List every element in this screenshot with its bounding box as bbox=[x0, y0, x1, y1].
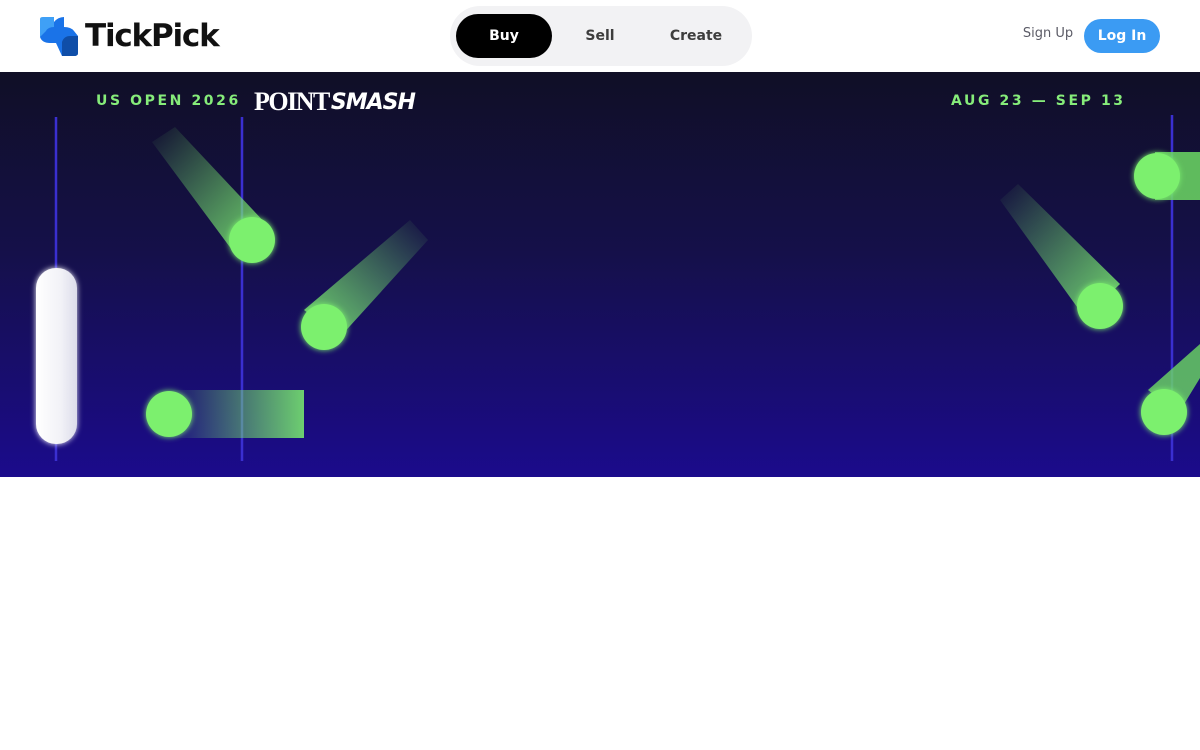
event-name: US OPEN 2026 bbox=[96, 93, 241, 109]
tab-sell[interactable]: Sell bbox=[558, 14, 642, 58]
log-in-button[interactable]: Log In bbox=[1084, 19, 1160, 53]
brand-part-point: POINT bbox=[254, 87, 330, 116]
tab-create[interactable]: Create bbox=[648, 14, 744, 58]
logo-link[interactable]: TickPick bbox=[40, 15, 220, 57]
ball-trails bbox=[152, 127, 1200, 438]
point-smash-logo: POINT SMASH bbox=[254, 87, 416, 116]
event-dates: AUG 23 — SEP 13 bbox=[951, 93, 1126, 109]
paddle bbox=[36, 268, 77, 444]
event-hero-banner[interactable]: US OPEN 2026 POINT SMASH AUG 23 — SEP 13 bbox=[0, 72, 1200, 477]
sign-up-link[interactable]: Sign Up bbox=[1016, 26, 1080, 41]
brand-part-smash: SMASH bbox=[330, 90, 416, 115]
buy-sell-create-toggle: Buy Sell Create bbox=[450, 6, 752, 66]
site-header: TickPick Buy Sell Create Sign Up Log In bbox=[0, 0, 1200, 72]
logo-wordmark: TickPick bbox=[85, 18, 220, 54]
tab-buy[interactable]: Buy bbox=[456, 14, 552, 58]
tickpick-logo-icon bbox=[40, 17, 78, 56]
tennis-court-illustration bbox=[36, 113, 1200, 463]
